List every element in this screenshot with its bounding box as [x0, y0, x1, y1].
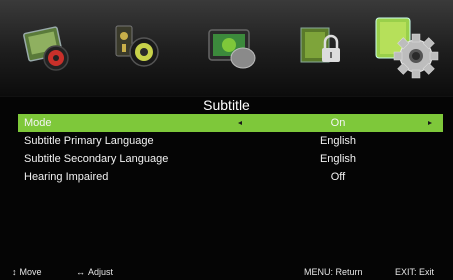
row-value: On: [330, 117, 346, 129]
tv-osd-menu: Subtitle Mode On Subtitle Primary Langua…: [0, 0, 453, 280]
row-value: English: [319, 153, 357, 165]
menu-category-bar: [0, 0, 453, 97]
arrow-left-icon[interactable]: [238, 121, 242, 125]
page-title: Subtitle: [203, 97, 250, 113]
left-right-arrow-icon: ↔: [76, 267, 85, 277]
row-label: Hearing Impaired: [24, 171, 109, 183]
row-label: Mode: [24, 117, 52, 129]
move-hint: ↕ Move: [12, 264, 42, 280]
row-value: Off: [330, 171, 346, 183]
setup-gear-icon[interactable]: [372, 12, 442, 82]
sound-icon[interactable]: [108, 22, 164, 74]
tv-icon[interactable]: [205, 22, 261, 74]
row-subtitle-primary-language[interactable]: Subtitle Primary Language English: [18, 132, 443, 150]
up-down-arrow-icon: ↕: [12, 267, 17, 277]
arrow-right-icon[interactable]: [428, 121, 432, 125]
settings-list: Mode On Subtitle Primary Language Englis…: [18, 114, 443, 186]
row-label: Subtitle Secondary Language: [24, 153, 169, 165]
row-subtitle-secondary-language[interactable]: Subtitle Secondary Language English: [18, 150, 443, 168]
move-hint-label: Move: [19, 267, 42, 277]
adjust-hint: ↔ Adjust: [76, 264, 113, 280]
row-hearing-impaired[interactable]: Hearing Impaired Off: [18, 168, 443, 186]
row-label: Subtitle Primary Language: [24, 135, 154, 147]
row-value: English: [319, 135, 357, 147]
menu-return-hint: MENU: Return: [304, 267, 363, 277]
adjust-hint-label: Adjust: [88, 267, 114, 277]
lock-icon[interactable]: [295, 22, 351, 74]
exit-hint: EXIT: Exit: [395, 267, 435, 277]
picture-icon[interactable]: [20, 22, 76, 74]
row-mode[interactable]: Mode On: [18, 114, 443, 132]
key-hint-bar: ↕ Move ↔ Adjust MENU: Return EXIT: Exit: [0, 264, 453, 280]
